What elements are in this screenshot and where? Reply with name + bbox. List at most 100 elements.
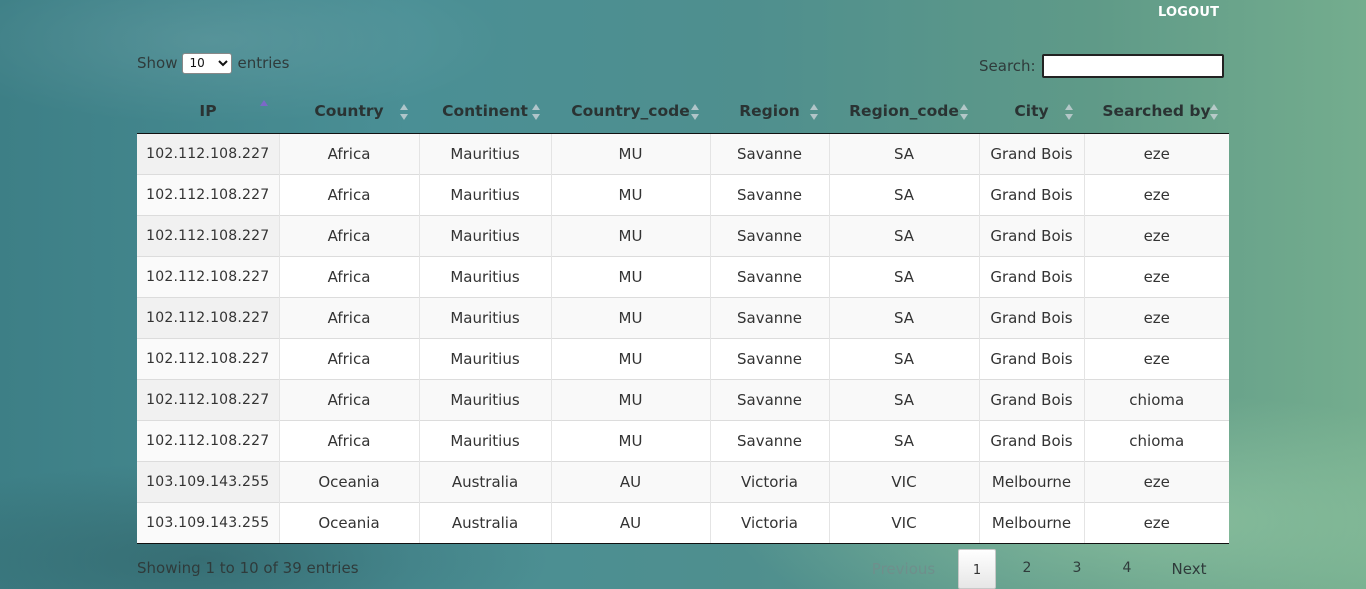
table-row: 102.112.108.227 Africa Mauritius MU Savanne S… [137, 420, 1229, 462]
sort-both-icon [1210, 104, 1219, 120]
page-button-4[interactable]: 4 [1102, 549, 1152, 589]
table-header-row: IP Country Continent Country_code Region Regi… [137, 89, 1229, 134]
cell-country-code: MU [551, 420, 711, 462]
cell-ip: 103.109.143.255 [137, 502, 280, 544]
cell-continent: Mauritius [419, 174, 552, 216]
sort-up-arrow-icon [1210, 104, 1218, 110]
cell-ip: 102.112.108.227 [137, 297, 280, 339]
column-header-country[interactable]: Country [279, 89, 419, 134]
cell-region: Savanne [710, 256, 830, 298]
cell-region-code: SA [829, 297, 980, 339]
column-header-label: Continent [442, 102, 528, 120]
previous-page-button[interactable]: Previous [855, 549, 952, 589]
entries-per-page-select[interactable]: 10 [182, 52, 233, 74]
column-header-continent[interactable]: Continent [419, 89, 551, 134]
column-header-region[interactable]: Region [710, 89, 829, 134]
search-history-table: IP Country Continent Country_code Region Regi… [137, 89, 1229, 544]
table-row: 103.109.143.255 Oceania Australia AU Victori… [137, 461, 1229, 503]
cell-region-code: SA [829, 256, 980, 298]
cell-region-code: SA [829, 379, 980, 421]
cell-country: Africa [279, 338, 420, 380]
next-page-button[interactable]: Next [1152, 549, 1222, 589]
cell-country: Africa [279, 256, 420, 298]
column-header-label: Searched by [1102, 102, 1211, 120]
cell-country: Oceania [279, 502, 420, 544]
cell-city: Melbourne [979, 461, 1085, 503]
search-label: Search: [979, 57, 1036, 75]
cell-country-code: AU [551, 461, 711, 503]
table-info: Showing 1 to 10 of 39 entries [137, 559, 359, 577]
cell-ip: 102.112.108.227 [137, 338, 280, 380]
sort-down-arrow-icon [1065, 114, 1073, 120]
cell-continent: Australia [419, 461, 552, 503]
cell-searched-by: eze [1084, 215, 1229, 257]
sort-down-arrow-icon [960, 114, 968, 120]
cell-ip: 102.112.108.227 [137, 215, 280, 257]
cell-ip: 103.109.143.255 [137, 461, 280, 503]
cell-country: Africa [279, 420, 420, 462]
cell-region: Savanne [710, 420, 830, 462]
column-header-region-code[interactable]: Region_code [829, 89, 979, 134]
cell-country-code: MU [551, 215, 711, 257]
cell-searched-by: eze [1084, 256, 1229, 298]
cell-continent: Mauritius [419, 420, 552, 462]
page-button-1[interactable]: 1 [958, 549, 996, 589]
table-row: 103.109.143.255 Oceania Australia AU Victori… [137, 502, 1229, 544]
cell-country: Africa [279, 379, 420, 421]
cell-country-code: MU [551, 338, 711, 380]
cell-region: Victoria [710, 502, 830, 544]
table-row: 102.112.108.227 Africa Mauritius MU Savanne S… [137, 297, 1229, 339]
cell-city: Grand Bois [979, 174, 1085, 216]
sort-both-icon [691, 104, 700, 120]
cell-region-code: SA [829, 338, 980, 380]
column-header-city[interactable]: City [979, 89, 1084, 134]
column-header-label: Region_code [849, 102, 959, 120]
cell-ip: 102.112.108.227 [137, 420, 280, 462]
cell-ip: 102.112.108.227 [137, 133, 280, 175]
cell-continent: Mauritius [419, 297, 552, 339]
cell-searched-by: chioma [1084, 420, 1229, 462]
cell-city: Grand Bois [979, 256, 1085, 298]
sort-both-icon [1065, 104, 1074, 120]
sort-down-arrow-icon [691, 114, 699, 120]
cell-ip: 102.112.108.227 [137, 256, 280, 298]
column-header-ip[interactable]: IP [137, 89, 279, 134]
cell-region: Savanne [710, 133, 830, 175]
cell-region: Savanne [710, 297, 830, 339]
column-header-searched-by[interactable]: Searched by [1084, 89, 1229, 134]
cell-searched-by: eze [1084, 461, 1229, 503]
page-button-2[interactable]: 2 [1002, 549, 1052, 589]
sort-ascending-icon [260, 100, 269, 120]
column-header-country-code[interactable]: Country_code [551, 89, 710, 134]
sort-up-arrow-icon [960, 104, 968, 110]
show-label: Show [137, 54, 178, 72]
logout-link[interactable]: LOGOUT [1158, 5, 1219, 20]
sort-up-arrow-icon [532, 104, 540, 110]
cell-country: Africa [279, 133, 420, 175]
table-body: 102.112.108.227 Africa Mauritius MU Savanne S… [137, 133, 1229, 544]
cell-country-code: MU [551, 174, 711, 216]
cell-country-code: MU [551, 379, 711, 421]
table-row: 102.112.108.227 Africa Mauritius MU Savanne S… [137, 338, 1229, 380]
cell-region-code: SA [829, 174, 980, 216]
column-header-label: Country_code [571, 102, 690, 120]
cell-region: Savanne [710, 338, 830, 380]
cell-region-code: SA [829, 215, 980, 257]
cell-searched-by: eze [1084, 133, 1229, 175]
cell-country-code: MU [551, 256, 711, 298]
cell-region: Savanne [710, 379, 830, 421]
page-button-3[interactable]: 3 [1052, 549, 1102, 589]
pagination: Previous 1 2 3 4 Next [855, 549, 1222, 589]
sort-up-arrow-icon [1065, 104, 1073, 110]
cell-country: Africa [279, 174, 420, 216]
table-row: 102.112.108.227 Africa Mauritius MU Savanne S… [137, 256, 1229, 298]
cell-city: Grand Bois [979, 338, 1085, 380]
sort-down-arrow-icon [400, 114, 408, 120]
cell-continent: Mauritius [419, 379, 552, 421]
cell-region: Victoria [710, 461, 830, 503]
cell-city: Melbourne [979, 502, 1085, 544]
search-input[interactable] [1041, 54, 1224, 78]
table-row: 102.112.108.227 Africa Mauritius MU Savanne S… [137, 215, 1229, 257]
cell-searched-by: eze [1084, 502, 1229, 544]
column-header-label: Country [314, 102, 384, 120]
